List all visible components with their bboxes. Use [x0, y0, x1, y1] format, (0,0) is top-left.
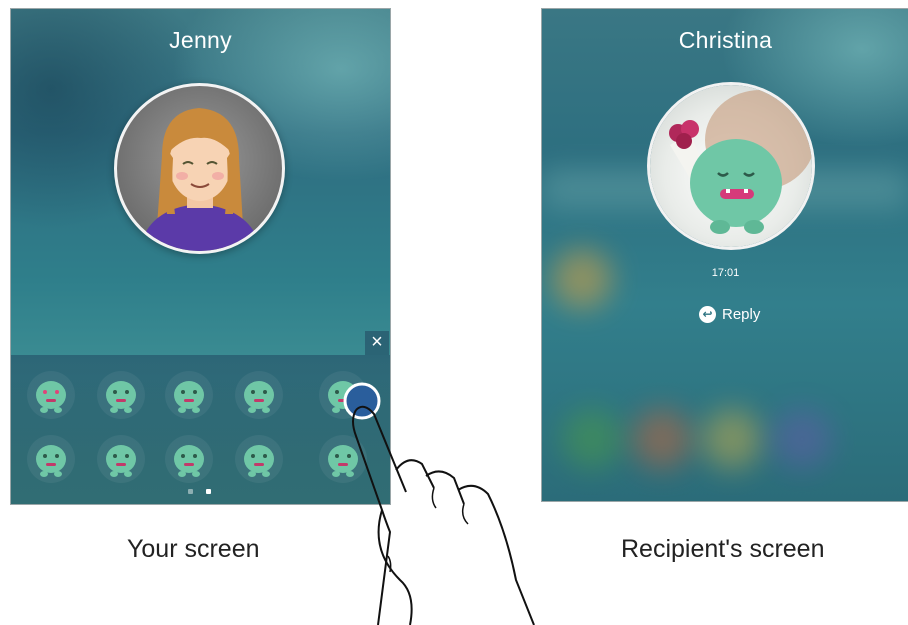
jenny-portrait-icon — [139, 108, 262, 251]
flower-monster-sticker-icon — [669, 90, 812, 234]
sticker-message-bubble[interactable] — [650, 85, 812, 247]
recipients-screen: Christina 17:01 ↩ Reply — [541, 8, 908, 502]
caption-recipients-screen: Recipient's screen — [621, 535, 825, 563]
tapping-hand-icon — [343, 382, 535, 625]
sticker-laughing-monster[interactable] — [165, 435, 213, 483]
sticker-heart-eyes-monster[interactable] — [27, 371, 75, 419]
close-button[interactable]: × — [365, 331, 389, 355]
reply-button[interactable]: ↩ Reply — [699, 303, 760, 325]
sticker-surprised-monster[interactable] — [235, 371, 283, 419]
message-time: 17:01 — [711, 267, 740, 279]
page-dot-2[interactable] — [206, 489, 211, 494]
sticker-wink-monster[interactable] — [97, 435, 145, 483]
contact-name: Christina — [678, 27, 773, 53]
sticker-crying-monster[interactable] — [165, 371, 213, 419]
reply-icon: ↩ — [699, 305, 716, 323]
page-dot-1[interactable] — [188, 489, 193, 494]
caption-your-screen: Your screen — [127, 535, 260, 563]
contact-name: Jenny — [169, 27, 232, 53]
reply-label: Reply — [722, 305, 761, 323]
contact-avatar — [114, 83, 285, 254]
sticker-singing-monster[interactable] — [27, 435, 75, 483]
sticker-sad-monster[interactable] — [97, 371, 145, 419]
sticker-kiss-monster[interactable] — [235, 435, 283, 483]
